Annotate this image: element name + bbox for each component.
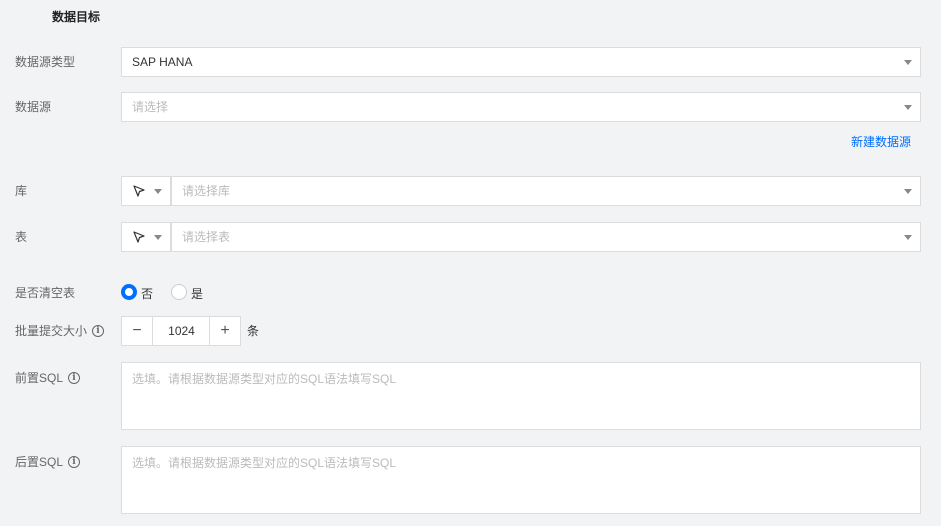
- post-sql-textarea[interactable]: 选填。请根据数据源类型对应的SQL语法填写SQL: [121, 446, 921, 514]
- cursor-pointer-icon: [133, 231, 145, 243]
- clear-table-radio-no[interactable]: [121, 284, 137, 300]
- datasource-placeholder: 请选择: [132, 100, 169, 114]
- clear-table-option-yes[interactable]: 是: [191, 285, 203, 302]
- info-icon[interactable]: i: [92, 325, 104, 337]
- chevron-down-icon: [154, 235, 162, 240]
- datasource-type-select[interactable]: SAP HANA: [121, 47, 921, 77]
- batch-size-stepper[interactable]: − 1024 +: [121, 316, 241, 346]
- chevron-down-icon: [154, 189, 162, 194]
- table-select[interactable]: 请选择表: [171, 222, 921, 252]
- pre-sql-label: 前置SQL: [15, 371, 64, 385]
- info-icon[interactable]: i: [68, 456, 80, 468]
- cursor-pointer-icon: [133, 185, 145, 197]
- chevron-down-icon: [904, 189, 912, 194]
- datasource-type-label: 数据源类型: [15, 55, 76, 69]
- datasource-type-value: SAP HANA: [132, 55, 193, 69]
- table-mode-select[interactable]: [121, 222, 171, 252]
- table-placeholder: 请选择表: [182, 230, 231, 244]
- decrement-button[interactable]: −: [122, 317, 153, 345]
- batch-size-label: 批量提交大小: [15, 324, 88, 338]
- chevron-down-icon: [904, 235, 912, 240]
- clear-table-label: 是否清空表: [15, 286, 76, 300]
- info-icon[interactable]: i: [68, 372, 80, 384]
- datasource-label: 数据源: [15, 100, 52, 114]
- new-datasource-link[interactable]: 新建数据源: [851, 133, 911, 150]
- datasource-select[interactable]: 请选择: [121, 92, 921, 122]
- database-select[interactable]: 请选择库: [171, 176, 921, 206]
- post-sql-placeholder: 选填。请根据数据源类型对应的SQL语法填写SQL: [132, 456, 397, 470]
- clear-table-radio-yes[interactable]: [171, 284, 187, 300]
- clear-table-option-no[interactable]: 否: [141, 285, 153, 302]
- database-label: 库: [15, 184, 28, 198]
- chevron-down-icon: [904, 60, 912, 65]
- database-mode-select[interactable]: [121, 176, 171, 206]
- section-header: 数据目标: [0, 0, 941, 32]
- chevron-down-icon: [904, 105, 912, 110]
- pre-sql-placeholder: 选填。请根据数据源类型对应的SQL语法填写SQL: [132, 372, 397, 386]
- database-placeholder: 请选择库: [182, 184, 231, 198]
- section-title: 数据目标: [52, 10, 101, 24]
- batch-size-unit: 条: [247, 324, 260, 338]
- table-label: 表: [15, 230, 28, 244]
- post-sql-label: 后置SQL: [15, 455, 64, 469]
- increment-button[interactable]: +: [209, 317, 240, 345]
- batch-size-value[interactable]: 1024: [153, 317, 210, 345]
- pre-sql-textarea[interactable]: 选填。请根据数据源类型对应的SQL语法填写SQL: [121, 362, 921, 430]
